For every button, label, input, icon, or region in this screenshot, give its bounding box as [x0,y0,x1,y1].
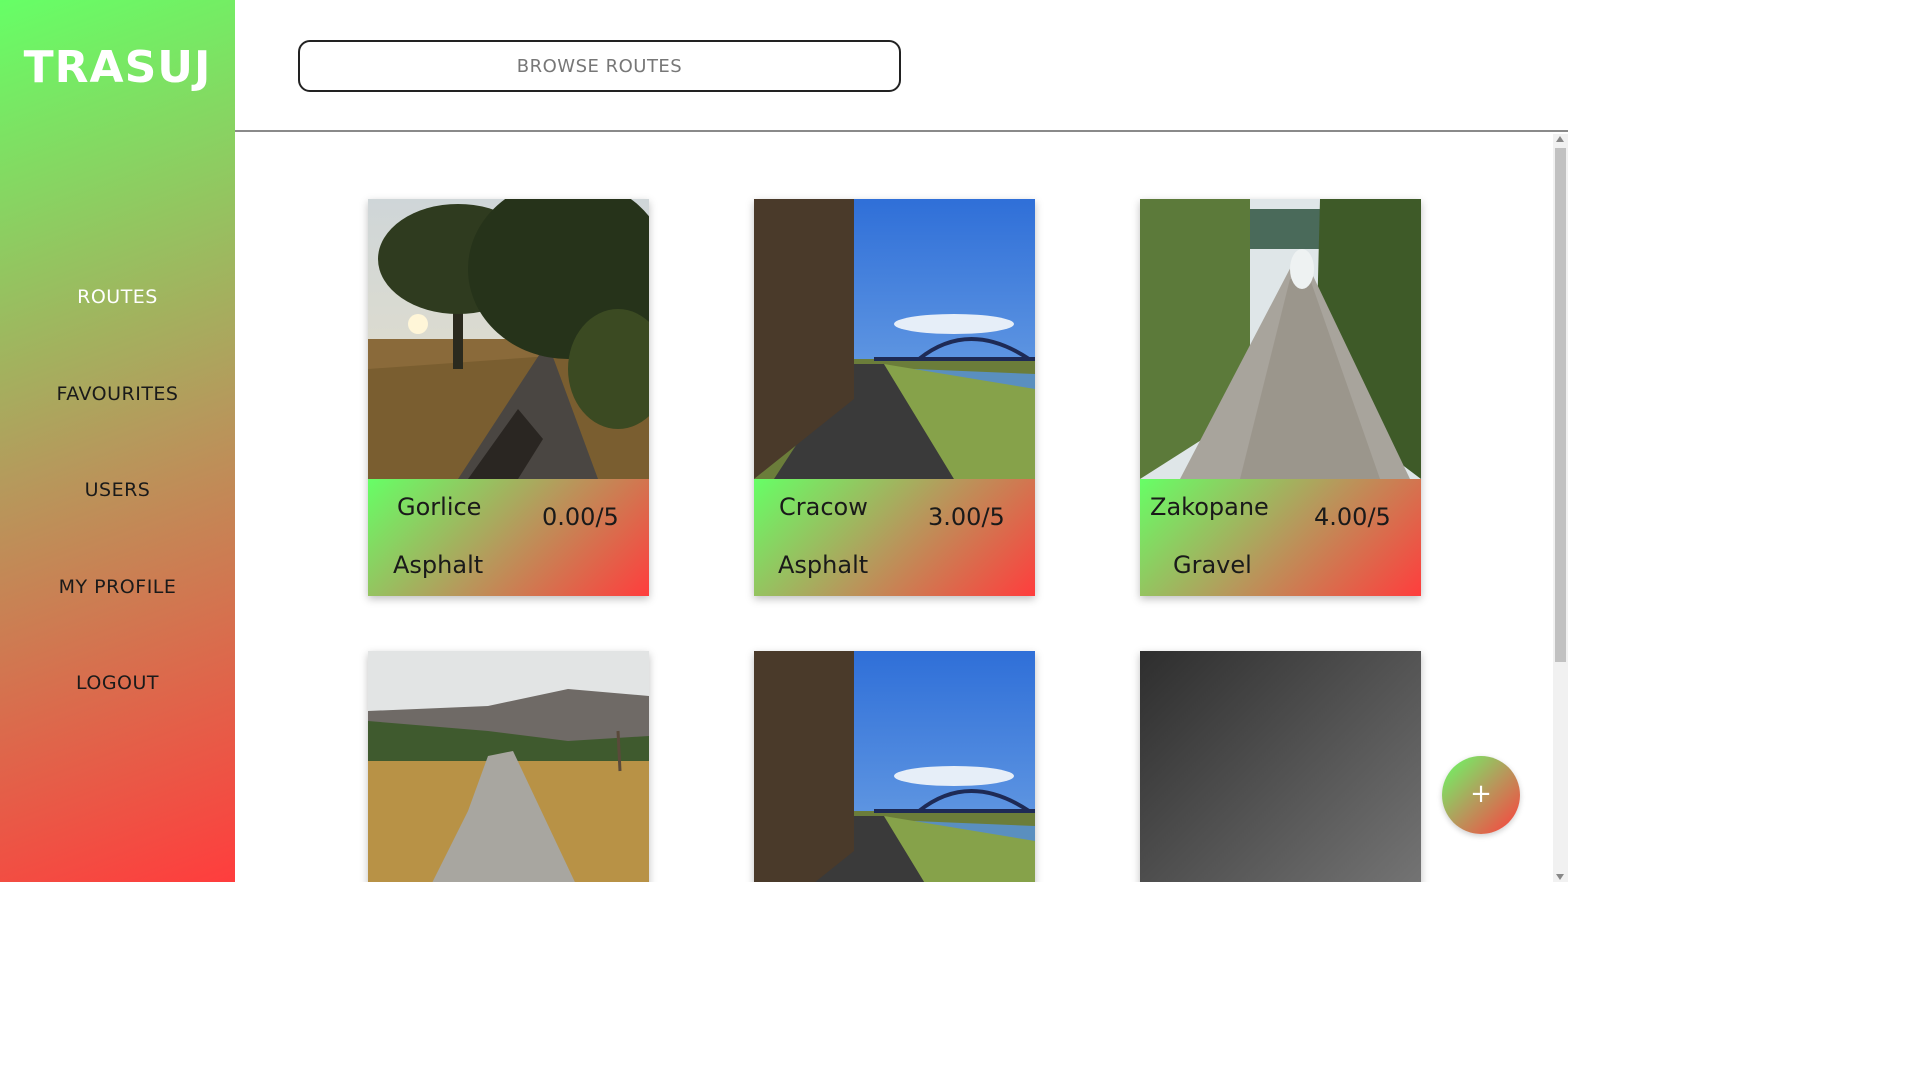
route-rating: 0.00/5 [542,503,619,531]
route-card[interactable] [754,651,1035,882]
header [235,0,1568,132]
route-photo [754,651,1035,882]
sidebar: TRASUJ ROUTES FAVOURITES USERS MY PROFIL… [0,0,235,882]
browse-routes-search-input[interactable] [298,40,901,92]
route-photo [368,651,649,882]
sidebar-item-logout[interactable]: LOGOUT [0,672,235,769]
route-info: Zakopane 4.00/5 Gravel [1140,479,1421,596]
sidebar-item-favourites[interactable]: FAVOURITES [0,383,235,480]
route-photo [368,199,649,479]
route-city: Cracow [779,493,868,521]
route-rating: 3.00/5 [928,503,1005,531]
route-card[interactable] [368,651,649,882]
sidebar-item-routes[interactable]: ROUTES [0,286,235,383]
sidebar-nav: ROUTES FAVOURITES USERS MY PROFILE LOGOU… [0,286,235,769]
route-photo-placeholder [1140,651,1421,882]
route-info: Cracow 3.00/5 Asphalt [754,479,1035,596]
route-surface: Gravel [1173,551,1252,579]
sidebar-item-users[interactable]: USERS [0,479,235,576]
route-city: Zakopane [1150,493,1269,521]
add-route-button[interactable]: + [1442,756,1520,834]
route-surface: Asphalt [778,551,869,579]
scrollbar[interactable] [1553,134,1568,882]
sidebar-item-my-profile[interactable]: MY PROFILE [0,576,235,673]
route-info: Gorlice 0.00/5 Asphalt [368,479,649,596]
scroll-down-arrow-icon[interactable] [1556,874,1564,880]
route-surface: Asphalt [393,551,484,579]
route-photo [1140,199,1421,479]
routes-grid: Gorlice 0.00/5 Asphalt Cracow 3.00/5 Asp… [235,134,1553,882]
route-rating: 4.00/5 [1314,503,1391,531]
app-logo[interactable]: TRASUJ [0,42,235,93]
route-card-gorlice[interactable]: Gorlice 0.00/5 Asphalt [368,199,649,596]
route-card-zakopane[interactable]: Zakopane 4.00/5 Gravel [1140,199,1421,596]
route-card[interactable] [1140,651,1421,882]
scroll-thumb[interactable] [1555,148,1566,662]
route-photo [754,199,1035,479]
route-card-cracow[interactable]: Cracow 3.00/5 Asphalt [754,199,1035,596]
scroll-up-arrow-icon[interactable] [1556,136,1564,142]
route-city: Gorlice [397,493,482,521]
